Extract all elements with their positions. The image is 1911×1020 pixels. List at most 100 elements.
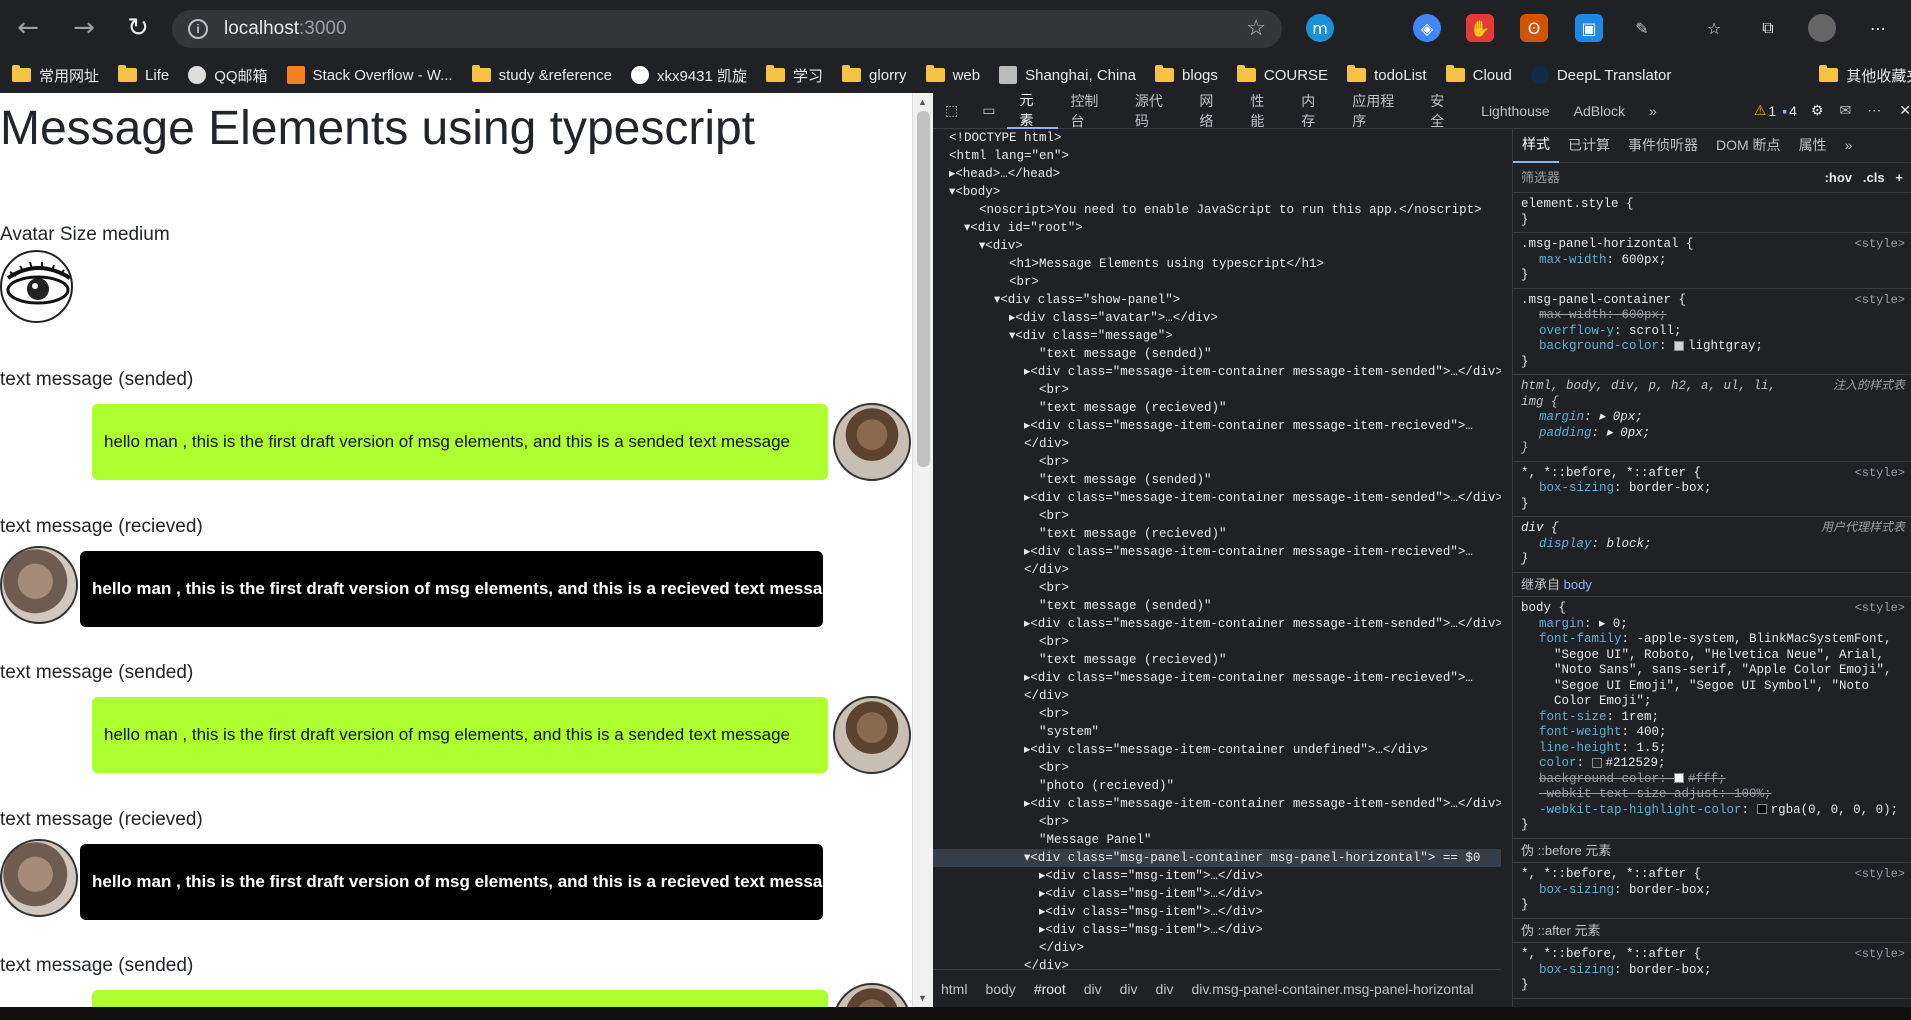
scroll-up-icon[interactable]: ▲ <box>918 97 927 107</box>
profile-avatar[interactable] <box>1808 14 1836 42</box>
blue-ext-icon[interactable]: ▣ <box>1575 14 1603 42</box>
dom-node-line[interactable]: ▾<body> <box>933 183 1501 201</box>
tab-elements[interactable]: 元素 <box>1007 92 1059 129</box>
dom-node-line[interactable]: ▸<div class="message-item-container mess… <box>933 795 1501 813</box>
info-icon[interactable]: i <box>188 19 208 39</box>
dom-node-line[interactable]: ▸<div class="message-item-container mess… <box>933 489 1501 507</box>
bookmark-item[interactable]: web <box>925 65 980 84</box>
bookmark-item[interactable]: blogs <box>1155 65 1218 84</box>
tab-sources[interactable]: 源代码 <box>1123 93 1187 129</box>
chrome-ext-icon[interactable]: ◈ <box>1413 14 1441 42</box>
bookmark-item[interactable]: DeepL Translator <box>1530 66 1671 84</box>
dom-node-line[interactable]: "text message (sended)" <box>933 471 1501 489</box>
dom-node-line[interactable]: "system" <box>933 723 1501 741</box>
bookmark-item[interactable]: COURSE <box>1236 65 1328 84</box>
style-rule[interactable]: 用户代理样式表 div {display: block;} <box>1513 517 1911 573</box>
bookmark-item[interactable]: study &reference <box>471 65 612 84</box>
breadcrumb-item[interactable]: html <box>941 981 967 997</box>
favorites-icon[interactable]: ☆ <box>1700 14 1728 42</box>
more-tabs-icon[interactable]: » <box>1637 93 1669 129</box>
device-toolbar-icon[interactable]: ▭ <box>970 93 1007 129</box>
tab-lighthouse[interactable]: Lighthouse <box>1469 93 1562 129</box>
more-tabs-icon[interactable]: » <box>1836 137 1862 154</box>
dom-node-line[interactable]: "text message (recieved)" <box>933 525 1501 543</box>
dom-node-line[interactable]: ▸<div class="message-item-container unde… <box>933 741 1501 759</box>
dom-node-line[interactable]: </div> <box>933 957 1501 969</box>
dom-node-line[interactable]: <br> <box>933 813 1501 831</box>
dom-node-line[interactable]: <br> <box>933 633 1501 651</box>
more-icon[interactable]: ⋯ <box>1864 14 1892 42</box>
tab-dom-breakpoints[interactable]: DOM 断点 <box>1707 137 1790 154</box>
dom-node-line[interactable]: <html lang="en"> <box>933 147 1501 165</box>
dom-node-line[interactable]: <br> <box>933 273 1501 291</box>
bookmark-item[interactable]: Life <box>118 65 169 84</box>
collections-icon[interactable]: ⧉ <box>1754 14 1782 42</box>
bookmark-item[interactable]: xkx9431 凯旋 <box>630 65 747 86</box>
dom-node-line[interactable]: ▸<div class="message-item-container mess… <box>933 669 1501 687</box>
bookmark-item[interactable]: Stack Overflow - W... <box>286 66 453 84</box>
dom-node-line[interactable]: ▸<div class="message-item-container mess… <box>933 417 1501 435</box>
style-rule[interactable]: <style> *, *::before, *::after {box-sizin… <box>1513 943 1911 999</box>
devtools-more-icon[interactable]: ⋯ <box>1867 102 1881 119</box>
dom-node-line[interactable]: <br> <box>933 579 1501 597</box>
dom-node-line[interactable]: ▸<div class="avatar">…</div> <box>933 309 1501 327</box>
dom-node-line[interactable]: "photo (recieved)" <box>933 777 1501 795</box>
dom-node-line[interactable]: <br> <box>933 759 1501 777</box>
page-scrollbar[interactable]: ▲ ▼ <box>912 93 933 1007</box>
dom-node-line[interactable]: <br> <box>933 507 1501 525</box>
style-rule[interactable]: <style> *, *::before, *::after {box-sizin… <box>1513 462 1911 517</box>
style-rule[interactable]: <style> body {margin: ▸ 0; font-family: -a… <box>1513 597 1911 839</box>
styles-filter[interactable]: 筛选器 :hov .cls + <box>1513 163 1911 193</box>
dom-node-line[interactable]: <noscript>You need to enable JavaScript … <box>933 201 1501 219</box>
bookmark-item[interactable]: 其他收藏夹 <box>1819 65 1911 86</box>
dom-node-line[interactable]: ▾<div class="message"> <box>933 327 1501 345</box>
style-rule[interactable]: element.style {} <box>1513 193 1911 233</box>
style-rule[interactable]: 注入的样式表 html, body, div, p, h2, a, ul, li,… <box>1513 375 1911 462</box>
m-icon[interactable]: m <box>1306 14 1334 42</box>
tab-styles[interactable]: 样式 <box>1513 129 1559 163</box>
style-rule[interactable]: <style> *, *::before, *::after {box-sizin… <box>1513 863 1911 919</box>
dom-node-line[interactable]: </div> <box>933 939 1501 957</box>
scrollbar-thumb[interactable] <box>917 111 930 467</box>
fox-icon[interactable]: ʘ <box>1520 14 1548 42</box>
breadcrumb-item[interactable]: div <box>1156 981 1174 997</box>
dom-node-line[interactable]: "text message (sended)" <box>933 597 1501 615</box>
tab-application[interactable]: 应用程序 <box>1340 93 1418 129</box>
address-bar[interactable]: i localhost:3000 ☆ <box>172 10 1282 48</box>
tab-properties[interactable]: 属性 <box>1790 137 1836 154</box>
bookmark-item[interactable]: Cloud <box>1445 65 1512 84</box>
breadcrumb-item[interactable]: div.msg-panel-container.msg-panel-horizo… <box>1191 981 1473 997</box>
dom-node-line[interactable]: ▸<div class="msg-item">…</div> <box>933 921 1501 939</box>
tab-network[interactable]: 网络 <box>1187 93 1238 129</box>
filter-input[interactable]: 筛选器 <box>1521 170 1560 186</box>
bookmark-item[interactable]: 常用网址 <box>12 65 99 86</box>
dom-node-line[interactable]: ▾<div class="show-panel"> <box>933 291 1501 309</box>
tab-event-listeners[interactable]: 事件侦听器 <box>1619 137 1707 154</box>
tab-security[interactable]: 安全 <box>1418 93 1469 129</box>
filter-toggles[interactable]: :hov .cls + <box>1825 170 1903 186</box>
dom-node-line[interactable]: "Message Panel" <box>933 831 1501 849</box>
dom-tree[interactable]: <!DOCTYPE html> <html lang="en"> ▸<head>…<… <box>933 129 1501 969</box>
favorite-star-icon[interactable]: ☆ <box>1246 15 1266 41</box>
dom-node-line[interactable]: ▾<div class="msg-panel-container msg-pan… <box>933 849 1501 867</box>
dom-node-line[interactable]: <h1>Message Elements using typescript</h… <box>933 255 1501 273</box>
inherited-from-link[interactable]: body <box>1564 577 1592 592</box>
dom-node-line[interactable]: ▸<div class="message-item-container mess… <box>933 543 1501 561</box>
dom-node-line[interactable]: ▸<div class="msg-item">…</div> <box>933 867 1501 885</box>
tab-performance[interactable]: 性能 <box>1238 93 1289 129</box>
breadcrumb-item[interactable]: div <box>1120 981 1138 997</box>
dom-node-line[interactable]: </div> <box>933 561 1501 579</box>
dom-node-line[interactable]: "text message (sended)" <box>933 345 1501 363</box>
forward-icon[interactable]: → <box>64 8 104 48</box>
tab-adblock[interactable]: AdBlock <box>1562 93 1637 129</box>
dom-node-line[interactable]: </div> <box>933 435 1501 453</box>
adblock-icon[interactable]: ✋ <box>1466 14 1494 42</box>
close-icon[interactable]: ✕ <box>1899 102 1911 119</box>
dom-node-line[interactable]: ▸<head>…</head> <box>933 165 1501 183</box>
dom-node-line[interactable]: <br> <box>933 453 1501 471</box>
dom-node-line[interactable]: ▸<div class="msg-item">…</div> <box>933 903 1501 921</box>
dom-node-line[interactable]: <!DOCTYPE html> <box>933 129 1501 147</box>
scroll-down-icon[interactable]: ▼ <box>918 993 927 1003</box>
feedback-icon[interactable]: ✉ <box>1840 102 1852 119</box>
message-icon[interactable]: ▪ <box>1782 103 1787 119</box>
